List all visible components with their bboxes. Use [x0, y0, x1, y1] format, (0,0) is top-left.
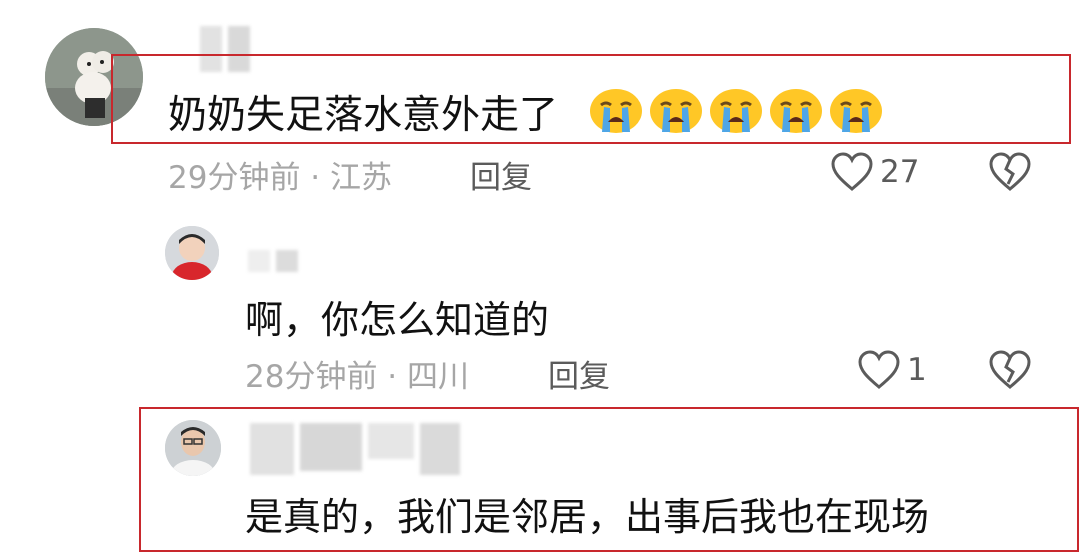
- like-button[interactable]: 27: [830, 152, 919, 192]
- loudly-crying-face-icon: [710, 89, 762, 133]
- emoji-row: [588, 88, 884, 134]
- reply-button[interactable]: 回复: [548, 351, 610, 396]
- comment-time-location: 29分钟前 · 江苏: [168, 160, 393, 196]
- reply-button[interactable]: 回复: [470, 152, 532, 197]
- loudly-crying-face-icon: [650, 89, 702, 133]
- comment-text: 是真的，我们是邻居，出事后我也在现场: [245, 495, 930, 539]
- loudly-crying-face-icon: [590, 89, 642, 133]
- broken-heart-icon: [989, 350, 1031, 389]
- broken-heart-icon: [989, 152, 1031, 191]
- loudly-crying-face-icon: [830, 89, 882, 133]
- avatar[interactable]: [165, 420, 221, 476]
- like-button[interactable]: 1: [857, 350, 927, 390]
- avatar[interactable]: [165, 226, 219, 280]
- avatar-person-icon: [165, 420, 221, 476]
- avatar-child-icon: [165, 226, 219, 280]
- dislike-button[interactable]: [988, 350, 1032, 394]
- username-redacted: [250, 423, 460, 475]
- heart-outline-icon: [858, 350, 900, 389]
- like-count: 1: [907, 352, 927, 388]
- loudly-crying-face-icon: [770, 89, 822, 133]
- comment-time-location: 28分钟前 · 四川: [245, 359, 470, 395]
- dislike-button[interactable]: [988, 152, 1032, 196]
- heart-outline-icon: [831, 152, 873, 191]
- username-redacted: [248, 250, 298, 272]
- like-count: 27: [880, 154, 920, 190]
- comment-text: 啊，你怎么知道的: [245, 298, 550, 342]
- comment-text: 奶奶失足落水意外走了: [168, 93, 559, 138]
